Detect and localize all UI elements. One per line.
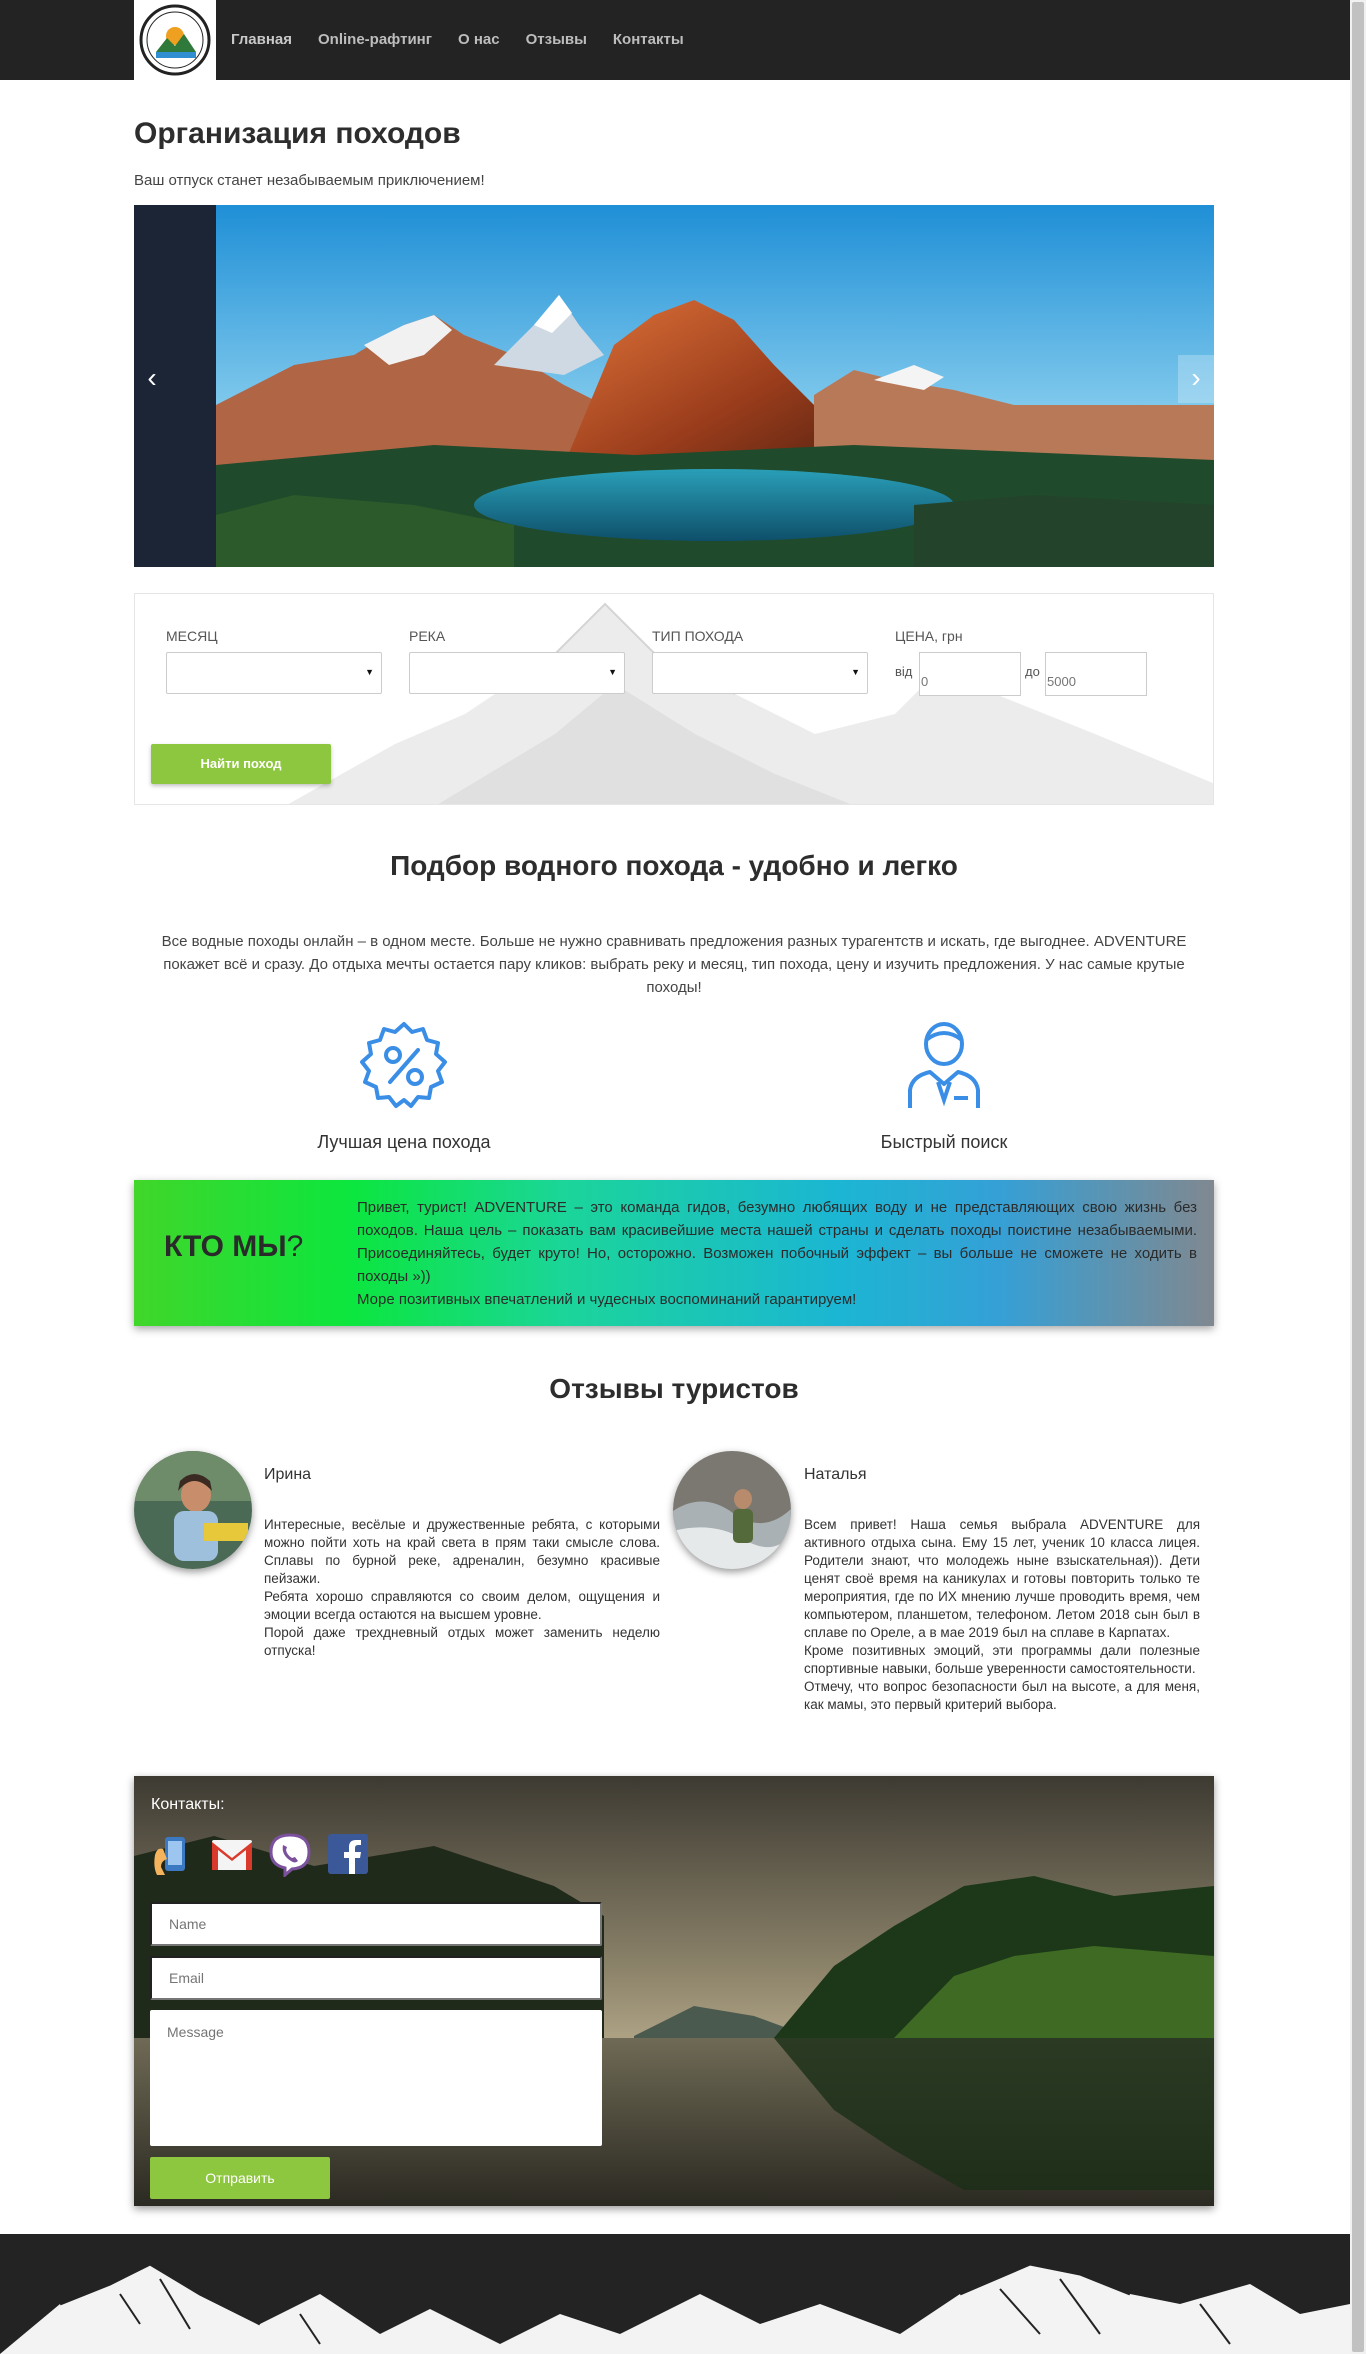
page-subtitle: Ваш отпуск станет незабываемым приключен… (134, 172, 485, 189)
reviewer-photo-icon (673, 1451, 791, 1569)
price-to-input[interactable] (1045, 652, 1147, 696)
tour-type-label: ТИП ПОХОДА (652, 628, 744, 644)
email-field[interactable] (150, 1956, 602, 2000)
mountains-footer-icon (0, 2234, 1350, 2354)
review-paragraph: Всем привет! Наша семья выбрала ADVENTUR… (804, 1517, 1200, 1640)
who-title: КТО МЫ? (164, 1230, 303, 1264)
feature-label: Лучшая цена похода (317, 1132, 491, 1152)
feature-best-price: Лучшая цена похода (284, 1018, 524, 1153)
who-title-text: КТО МЫ (164, 1230, 287, 1263)
footer (0, 2234, 1350, 2354)
who-we-are-banner: КТО МЫ? Привет, турист! ADVENTURE – это … (134, 1180, 1214, 1326)
nav-item-reviews[interactable]: Отзывы (513, 0, 600, 80)
chevron-right-icon: › (1191, 362, 1201, 393)
feature-label: Быстрый поиск (880, 1132, 1008, 1152)
price-to-label: до (1025, 664, 1040, 679)
contacts-title: Контакты: (151, 1796, 225, 1813)
avatar (673, 1451, 791, 1569)
review-paragraph: Интересные, весёлые и дружественные ребя… (264, 1517, 660, 1586)
hero-carousel: ‹ › (134, 205, 1214, 567)
nav-item-about[interactable]: О нас (445, 0, 513, 80)
about-title: Подбор водного похода - удобно и легко (390, 850, 958, 881)
who-title-mark: ? (286, 1230, 304, 1263)
review-text: Всем привет! Наша семья выбрала ADVENTUR… (804, 1516, 1200, 1714)
page-scrollbar[interactable] (1350, 0, 1366, 2354)
send-button[interactable]: Отправить (150, 2157, 330, 2199)
contact-section: Контакты: Отправить (134, 1776, 1214, 2206)
price-label: ЦЕНА, грн (895, 628, 963, 644)
discount-badge-icon (360, 1022, 447, 1108)
review-paragraph: Порой даже трехдневный отдых может замен… (264, 1625, 660, 1658)
gmail-icon (212, 1840, 252, 1870)
about-text: Все водные походы онлайн – в одном месте… (161, 933, 1187, 996)
month-label: МЕСЯЦ (166, 628, 218, 644)
river-select[interactable]: ▼ (409, 652, 625, 694)
facebook-icon (328, 1834, 368, 1874)
carousel-prev-button[interactable]: ‹ (134, 355, 170, 403)
mountain-lake-image (134, 205, 1214, 567)
main-nav: Главная Online-рафтинг О нас Отзывы Конт… (218, 0, 697, 80)
find-tour-button[interactable]: Найти поход (151, 744, 331, 784)
carousel-next-button[interactable]: › (1178, 355, 1214, 403)
avatar (134, 1451, 252, 1569)
logo[interactable] (134, 0, 216, 80)
facebook-button[interactable] (325, 1831, 371, 1877)
reviewer-photo-icon (134, 1451, 252, 1569)
phone-button[interactable] (151, 1831, 197, 1877)
navbar: Главная Online-рафтинг О нас Отзывы Конт… (0, 0, 1350, 80)
price-from-input[interactable] (919, 652, 1021, 696)
review-paragraph: Ребята хорошо справляются со своим делом… (264, 1589, 660, 1622)
scrollbar-thumb[interactable] (1352, 2, 1364, 2352)
review-paragraph: Отмечу, что вопрос безопасности был на в… (804, 1679, 1200, 1712)
gmail-button[interactable] (209, 1831, 255, 1877)
user-search-icon (908, 1022, 980, 1108)
page-title: Организация походов (134, 117, 461, 150)
month-select[interactable]: ▼ (166, 652, 382, 694)
chevron-down-icon: ▼ (851, 667, 860, 677)
reviews-title: Отзывы туристов (549, 1373, 799, 1404)
viber-icon (269, 1833, 311, 1879)
chevron-down-icon: ▼ (608, 667, 617, 677)
viber-button[interactable] (267, 1831, 313, 1879)
river-label: РЕКА (409, 628, 446, 644)
who-text: Привет, турист! ADVENTURE – это команда … (357, 1196, 1197, 1311)
message-field[interactable] (150, 2010, 602, 2146)
chevron-left-icon: ‹ (147, 362, 157, 393)
review-text: Интересные, весёлые и дружественные ребя… (264, 1516, 660, 1660)
feature-fast-search: Быстрый поиск (824, 1018, 1064, 1153)
reviewer-name: Наталья (804, 1466, 867, 1483)
phone-icon (154, 1837, 185, 1875)
price-from-label: від (895, 664, 913, 679)
name-field[interactable] (150, 1902, 602, 1946)
nav-item-home[interactable]: Главная (218, 0, 305, 80)
review-paragraph: Кроме позитивных эмоций, эти программы д… (804, 1643, 1200, 1676)
reviewer-name: Ирина (264, 1466, 312, 1483)
chevron-down-icon: ▼ (365, 667, 374, 677)
logo-icon (139, 4, 211, 76)
tour-type-select[interactable]: ▼ (652, 652, 868, 694)
nav-item-contacts[interactable]: Контакты (600, 0, 697, 80)
who-paragraph: Привет, турист! ADVENTURE – это команда … (357, 1199, 1197, 1285)
tour-search-form: МЕСЯЦ ▼ РЕКА ▼ ТИП ПОХОДА ▼ ЦЕНА, грн ві… (134, 593, 1214, 805)
nav-item-online-rafting[interactable]: Online-рафтинг (305, 0, 445, 80)
who-paragraph: Море позитивных впечатлений и чудесных в… (357, 1291, 857, 1308)
